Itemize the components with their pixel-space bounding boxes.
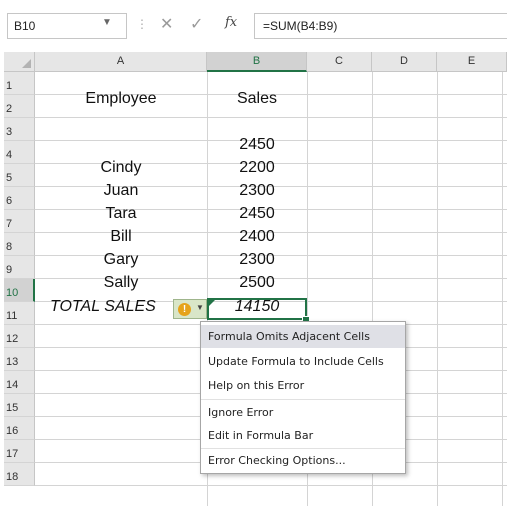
row-header-10[interactable]: 10: [4, 279, 35, 302]
row-header-9[interactable]: 9: [4, 256, 35, 279]
select-all-corner[interactable]: [4, 52, 35, 72]
cell-b5[interactable]: 2300: [207, 182, 307, 200]
row-header-1[interactable]: 1: [4, 72, 35, 95]
menu-item-formula-omits[interactable]: Formula Omits Adjacent Cells: [201, 325, 405, 348]
grid-line: [437, 72, 438, 506]
cell-a9[interactable]: Sally: [35, 274, 207, 292]
error-options-button[interactable]: ! ▼: [173, 299, 207, 319]
row-header-18[interactable]: 18: [4, 463, 35, 486]
cell-b7[interactable]: 2400: [207, 228, 307, 246]
chevron-down-icon[interactable]: ▼: [102, 17, 112, 28]
grid-line: [502, 72, 503, 506]
menu-item-error-checking-options[interactable]: Error Checking Options...: [201, 449, 405, 472]
row-header-14[interactable]: 14: [4, 371, 35, 394]
cell-b8[interactable]: 2300: [207, 251, 307, 269]
error-options-menu: Formula Omits Adjacent Cells Update Form…: [200, 321, 406, 474]
menu-item-update-formula[interactable]: Update Formula to Include Cells: [201, 350, 405, 373]
menu-item-ignore-error[interactable]: Ignore Error: [201, 401, 405, 424]
column-header-c[interactable]: C: [307, 52, 372, 72]
formula-text: =SUM(B4:B9): [263, 19, 338, 33]
row-header-8[interactable]: 8: [4, 233, 35, 256]
row-header-6[interactable]: 6: [4, 187, 35, 210]
cell-b9[interactable]: 2500: [207, 274, 307, 292]
cell-a1[interactable]: Employee: [35, 90, 207, 108]
cell-a6[interactable]: Tara: [35, 205, 207, 223]
insert-function-icon[interactable]: fx: [225, 15, 237, 30]
name-box[interactable]: B10 ▼: [7, 13, 127, 39]
row-header-15[interactable]: 15: [4, 394, 35, 417]
column-header-a[interactable]: A: [35, 52, 207, 72]
row-header-7[interactable]: 7: [4, 210, 35, 233]
row-header-16[interactable]: 16: [4, 417, 35, 440]
column-header-d[interactable]: D: [372, 52, 437, 72]
cell-b6[interactable]: 2450: [207, 205, 307, 223]
row-header-3[interactable]: 3: [4, 118, 35, 141]
cell-a8[interactable]: Gary: [35, 251, 207, 269]
row-header-5[interactable]: 5: [4, 164, 35, 187]
formula-input[interactable]: =SUM(B4:B9): [254, 13, 507, 39]
grip-icon: ⋮: [136, 17, 148, 31]
cell-b4[interactable]: 2200: [207, 159, 307, 177]
row-header-4[interactable]: 4: [4, 141, 35, 164]
cell-b10[interactable]: 14150: [207, 298, 307, 316]
row-header-11[interactable]: 11: [4, 302, 35, 325]
cell-a5[interactable]: Juan: [35, 182, 207, 200]
menu-separator: [201, 399, 405, 400]
error-indicator-icon: [209, 300, 215, 306]
row-header-12[interactable]: 12: [4, 325, 35, 348]
enter-check-icon[interactable]: ✓: [190, 14, 203, 34]
chevron-down-icon: ▼: [196, 303, 204, 312]
spreadsheet-grid[interactable]: A B C D E Employee Sales 2450 Cindy 2200…: [0, 51, 507, 506]
cell-a10[interactable]: TOTAL SALES: [50, 298, 180, 316]
row-header-2[interactable]: 2: [4, 95, 35, 118]
name-box-value: B10: [14, 19, 36, 33]
row-header-13[interactable]: 13: [4, 348, 35, 371]
cell-b1[interactable]: Sales: [207, 90, 307, 108]
cancel-icon[interactable]: ✕: [160, 14, 173, 34]
formula-bar: B10 ▼ ⋮ ✕ ✓ fx =SUM(B4:B9): [0, 0, 507, 51]
cell-a4[interactable]: Cindy: [35, 159, 207, 177]
cell-a7[interactable]: Bill: [35, 228, 207, 246]
row-header-17[interactable]: 17: [4, 440, 35, 463]
column-header-b[interactable]: B: [207, 52, 307, 72]
cell-b3[interactable]: 2450: [207, 136, 307, 154]
warning-icon: !: [178, 303, 191, 316]
column-header-e[interactable]: E: [437, 52, 507, 72]
select-all-icon: [22, 59, 31, 68]
menu-item-help-error[interactable]: Help on this Error: [201, 374, 405, 397]
menu-item-edit-formula-bar[interactable]: Edit in Formula Bar: [201, 424, 405, 447]
